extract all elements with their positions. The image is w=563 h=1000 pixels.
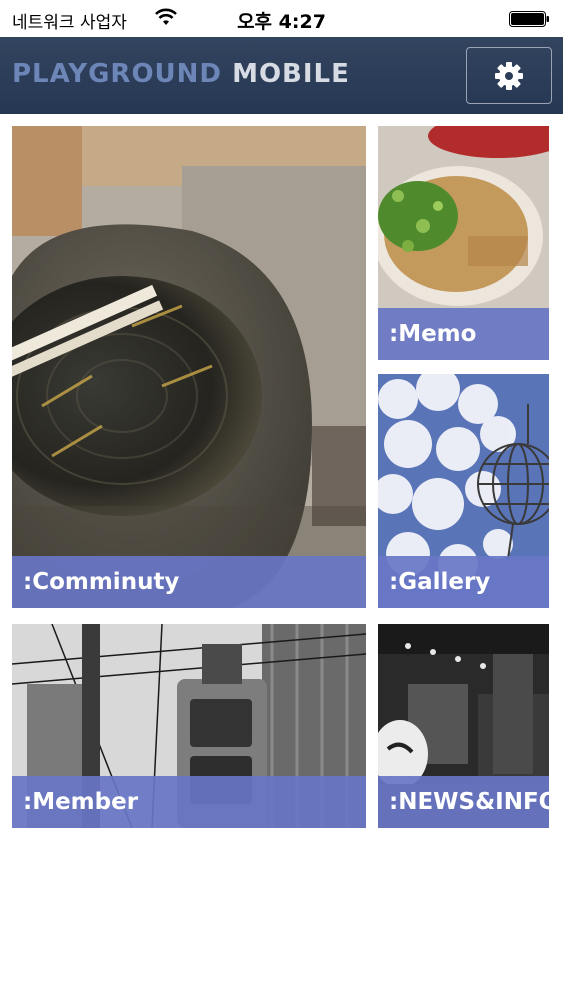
app-title-bold: MOBILE <box>232 59 350 89</box>
gear-icon <box>495 61 523 90</box>
status-bar: 네트워크 사업자 오후 4:27 <box>0 0 563 37</box>
app-title-light: PLAYGROUND <box>12 59 223 89</box>
status-time: 오후 4:27 <box>237 11 326 33</box>
tile-community[interactable]: :Comminuty <box>12 126 366 608</box>
settings-button[interactable] <box>466 47 552 104</box>
tile-memo-label: :Memo <box>378 308 549 360</box>
stone-bowl-photo <box>12 126 366 608</box>
tile-community-label: :Comminuty <box>12 556 366 608</box>
battery-icon <box>509 11 549 27</box>
nav-bar: PLAYGROUND MOBILE <box>0 37 563 114</box>
tile-memo[interactable]: :Memo <box>378 126 549 360</box>
tile-member[interactable]: :Member <box>12 624 366 828</box>
tile-gallery[interactable]: :Gallery <box>378 374 549 608</box>
tile-gallery-label: :Gallery <box>378 556 549 608</box>
tile-news-label: :NEWS&INFO <box>378 776 549 828</box>
tile-news[interactable]: :NEWS&INFO <box>378 624 549 828</box>
app-title: PLAYGROUND MOBILE <box>12 59 350 89</box>
tile-member-label: :Member <box>12 776 366 828</box>
